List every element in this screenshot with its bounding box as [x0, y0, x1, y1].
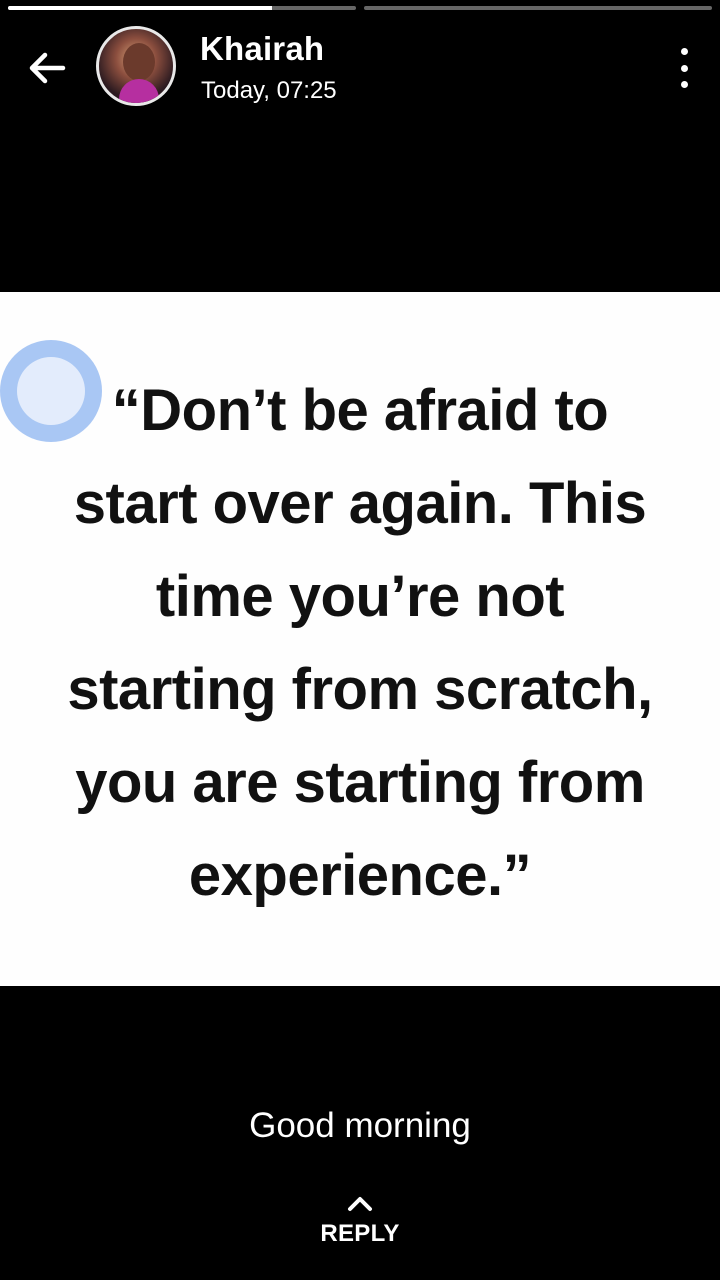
touch-indicator-core	[17, 357, 85, 425]
reply-button[interactable]: REPLY	[300, 1192, 420, 1264]
avatar-face	[123, 43, 155, 81]
back-button[interactable]	[22, 44, 70, 92]
more-vert-icon-dot	[680, 64, 688, 72]
quote-line: experience.”	[188, 843, 532, 908]
arrow-left-icon	[29, 52, 66, 84]
chevron-up-icon	[348, 1197, 372, 1211]
quote-line: “Don’t be afraid to	[111, 378, 609, 443]
status-caption: Good morning	[249, 1106, 471, 1145]
reply-label: REPLY	[320, 1220, 400, 1247]
status-image[interactable]: “Don’t be afraid to start over again. Th…	[0, 292, 720, 986]
contact-name[interactable]: Khairah	[200, 30, 324, 68]
quote-line: starting from scratch,	[67, 657, 653, 722]
status-viewer[interactable]: Khairah Today, 07:25 “Don’t be afraid to…	[0, 0, 720, 1280]
touch-indicator	[0, 340, 102, 442]
quote-line: start over again. This	[73, 471, 647, 536]
quote-text: “Don’t be afraid to start over again. Th…	[0, 364, 720, 922]
more-options-button[interactable]	[672, 48, 696, 88]
avatar[interactable]	[96, 26, 176, 106]
progress-segment-1	[8, 6, 356, 10]
progress-fill-1	[8, 6, 273, 10]
quote-line: time you’re not	[155, 564, 565, 629]
more-vert-icon	[680, 48, 688, 55]
avatar-body	[119, 79, 159, 103]
more-vert-icon-dot	[680, 81, 688, 88]
status-timestamp: Today, 07:25	[201, 77, 337, 104]
status-progress	[8, 6, 712, 10]
status-header: Khairah Today, 07:25	[0, 22, 720, 112]
progress-segment-2	[364, 6, 712, 10]
quote-line: you are starting from	[75, 750, 645, 815]
